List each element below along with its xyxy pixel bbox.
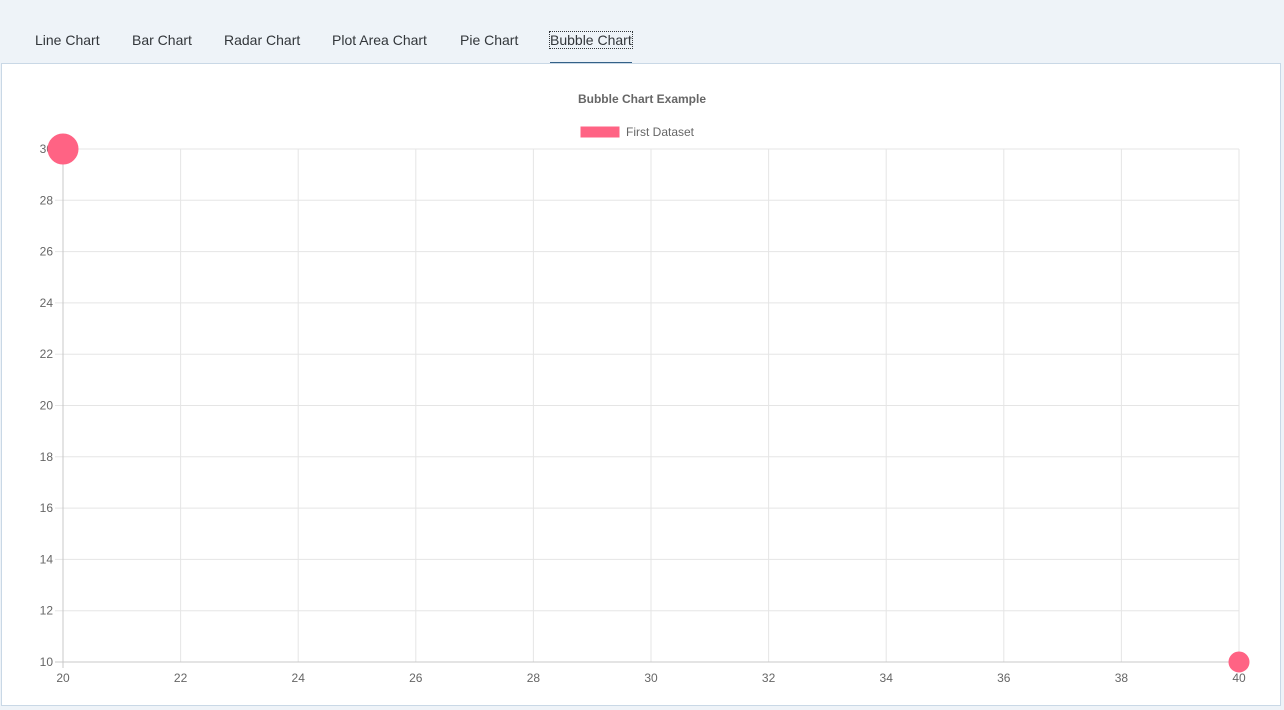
tab-label: Radar Chart — [224, 32, 301, 48]
x-tick-label: 36 — [997, 671, 1011, 685]
y-tick-label: 10 — [40, 655, 54, 669]
y-tick-label: 12 — [40, 604, 54, 618]
tab-label: Line Chart — [35, 32, 100, 48]
x-tick-label: 38 — [1115, 671, 1129, 685]
tab-bar: Line Chart Bar Chart Radar Chart Plot Ar… — [0, 0, 1284, 64]
x-tick-label: 40 — [1232, 671, 1246, 685]
x-tick-label: 26 — [409, 671, 423, 685]
tab-content-panel: 20 22 24 26 28 30 32 34 36 38 40 10 12 14 16 18 20 22 24 26… — [1, 63, 1281, 706]
y-tick-label: 22 — [40, 347, 54, 361]
bubble-point[interactable] — [47, 133, 79, 165]
x-tick-label: 22 — [174, 671, 188, 685]
x-tick-label: 28 — [527, 671, 541, 685]
y-tick-label: 14 — [40, 552, 54, 566]
tab-label: Plot Area Chart — [332, 32, 427, 48]
tab-bubble-chart[interactable]: Bubble Chart — [549, 30, 633, 64]
tab-plot-area-chart[interactable]: Plot Area Chart — [332, 30, 427, 64]
y-tick-label: 16 — [40, 501, 54, 515]
y-tick-label: 18 — [40, 450, 54, 464]
tab-label: Bubble Chart — [549, 31, 633, 49]
y-tick-label: 24 — [40, 296, 54, 310]
x-tick-label: 34 — [880, 671, 894, 685]
chart-points — [47, 133, 1250, 673]
legend-label: First Dataset — [626, 125, 695, 139]
chart-legend[interactable]: First Dataset — [579, 125, 695, 139]
tab-line-chart[interactable]: Line Chart — [35, 30, 100, 64]
chart-grid — [55, 148, 1240, 663]
x-tick-label: 24 — [292, 671, 306, 685]
y-tick-label: 28 — [40, 193, 54, 207]
y-tick-label: 20 — [40, 399, 54, 413]
legend-swatch — [579, 125, 621, 139]
tab-label: Pie Chart — [460, 32, 519, 48]
chart-title: Bubble Chart Example — [578, 92, 706, 106]
x-tick-label: 20 — [56, 671, 70, 685]
x-tick-label: 30 — [644, 671, 658, 685]
y-tick-label: 26 — [40, 245, 54, 259]
chart-tick-labels: 20 22 24 26 28 30 32 34 36 38 40 10 12 14 16 18 20 22 24 26… — [40, 142, 1246, 685]
tab-label: Bar Chart — [132, 32, 192, 48]
bubble-point[interactable] — [1228, 651, 1250, 673]
app-window: Line Chart Bar Chart Radar Chart Plot Ar… — [0, 0, 1284, 710]
x-tick-label: 32 — [762, 671, 776, 685]
tab-radar-chart[interactable]: Radar Chart — [224, 30, 300, 64]
tab-pie-chart[interactable]: Pie Chart — [460, 30, 518, 64]
bubble-chart: 20 22 24 26 28 30 32 34 36 38 40 10 12 14 16 18 20 22 24 26… — [40, 92, 1250, 685]
tab-bar-chart[interactable]: Bar Chart — [132, 30, 192, 64]
